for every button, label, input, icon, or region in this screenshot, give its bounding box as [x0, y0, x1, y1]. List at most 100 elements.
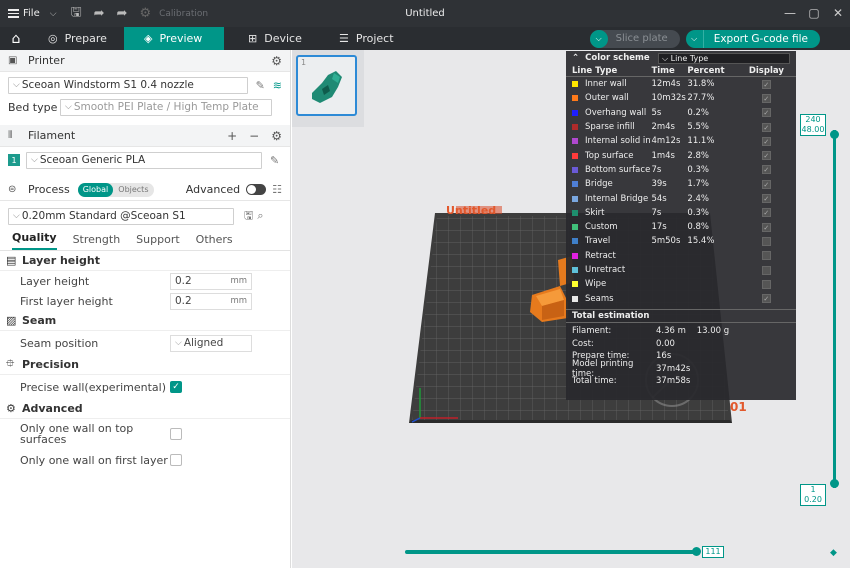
collapse-icon[interactable]: ⌃ — [572, 53, 579, 63]
legend-rows: Inner wall 12m4s 31.8% ✓ Outer wall 10m32s 27.… — [566, 77, 796, 306]
toggle-global[interactable]: Global — [77, 182, 114, 197]
edit-filament-icon[interactable]: ✎ — [270, 154, 279, 167]
legend-display-checkbox[interactable]: ✓ — [761, 294, 771, 304]
legend-display-checkbox[interactable]: ✓ — [761, 165, 771, 175]
title-bar: File ⌵ 🖫 ➦ ➦ ⚙ Calibration Untitled — ▢ … — [0, 0, 850, 27]
maximize-button[interactable]: ▢ — [802, 0, 826, 27]
filament-settings-icon[interactable]: ⚙ — [271, 129, 282, 143]
legend-display-checkbox[interactable]: ✓ — [761, 179, 771, 189]
legend-line-type: Overhang wall — [572, 108, 651, 118]
advanced-switch[interactable] — [246, 184, 267, 195]
undo-icon[interactable]: ➦ — [94, 6, 105, 21]
add-filament-icon[interactable]: + — [227, 129, 237, 143]
save-icon[interactable]: 🖫 — [71, 3, 82, 25]
chevron-down-icon: ⌵ — [13, 211, 20, 221]
legend-display-checkbox[interactable] — [761, 279, 771, 289]
legend-display-checkbox[interactable]: ✓ — [761, 208, 771, 218]
group-layer-height-title: Layer height — [22, 254, 101, 267]
bed-type-select[interactable]: ⌵ Smooth PEI Plate / High Temp Plate — [60, 98, 272, 116]
file-menu-button[interactable]: File ⌵ — [0, 0, 65, 27]
tab-device[interactable]: ⊞ Device — [224, 27, 319, 50]
process-section-header: ⊜ Process Global Objects Advanced ☷ — [0, 179, 290, 201]
chevron-down-icon: ⌵ — [31, 155, 38, 165]
remove-filament-icon[interactable]: − — [249, 129, 259, 143]
wifi-icon[interactable]: ≋ — [273, 79, 282, 92]
layer-top-value-box[interactable]: 240 48.00 — [800, 114, 826, 136]
legend-percent: 1.7% — [687, 179, 710, 190]
precise-wall-checkbox[interactable]: ✓ — [170, 381, 182, 393]
3d-viewport[interactable]: 1 01 Untitled ⌃ Color scheme ⌵ Line Type… — [292, 50, 850, 568]
first-layer-height-input[interactable]: 0.2 mm — [170, 292, 252, 310]
layer-range-slider[interactable] — [830, 130, 840, 498]
global-objects-toggle[interactable]: Global Objects — [77, 182, 154, 197]
process-compare-icon[interactable]: ☷ — [272, 183, 282, 196]
color-scheme-select[interactable]: ⌵ Line Type — [658, 52, 790, 64]
chevron-down-icon[interactable]: ⌵ — [50, 9, 57, 19]
export-dropdown-icon[interactable]: ⌵ — [686, 29, 704, 48]
tab-project[interactable]: ☰ Project — [319, 27, 408, 50]
calibration-menu[interactable]: Calibration — [159, 9, 208, 19]
legend-row: Inner wall 12m4s 31.8% ✓ — [566, 77, 796, 91]
option-layer-height: Layer height 0.2 mm — [0, 271, 290, 291]
layer-bottom-value-box[interactable]: 1 0.20 — [800, 484, 826, 506]
layer-top-handle[interactable] — [830, 130, 839, 139]
filament-select[interactable]: ⌵ Sceoan Generic PLA — [26, 151, 262, 169]
legend-display-checkbox[interactable]: ✓ — [761, 108, 771, 118]
seam-position-label: Seam position — [20, 336, 99, 350]
tab-others[interactable]: Others — [196, 233, 233, 250]
edit-printer-icon[interactable]: ✎ — [256, 79, 265, 92]
filament-icon: ⦀ — [8, 130, 13, 141]
minimize-button[interactable]: — — [778, 0, 802, 27]
legend-display-checkbox[interactable]: ✓ — [761, 93, 771, 103]
one-wall-top-checkbox[interactable] — [170, 428, 182, 440]
layers-toggle-icon[interactable]: ◆ — [830, 548, 837, 558]
legend-display-checkbox[interactable]: ✓ — [761, 151, 771, 161]
slice-plate-button[interactable]: Slice plate — [608, 33, 680, 44]
group-advanced: ⚙ Advanced — [0, 399, 290, 419]
filament-slot-number[interactable]: 1 — [8, 154, 20, 166]
one-wall-first-checkbox[interactable] — [170, 454, 182, 466]
printer-settings-icon[interactable]: ⚙ — [271, 54, 282, 68]
calibration-icon[interactable]: ⚙ — [139, 6, 151, 21]
estimation-value: 16s — [656, 351, 672, 361]
move-slider-track[interactable] — [405, 550, 697, 554]
tab-preview[interactable]: ◈ Preview — [124, 27, 224, 50]
legend-display-checkbox[interactable]: ✓ — [761, 194, 771, 204]
seam-position-select[interactable]: ⌵ Aligned — [170, 334, 252, 352]
close-button[interactable]: ✕ — [826, 0, 850, 27]
tab-strength[interactable]: Strength — [73, 233, 121, 250]
legend-line-type-name: Bottom surface — [585, 164, 651, 175]
legend-display-checkbox[interactable] — [761, 265, 771, 275]
legend-line-type: Retract — [572, 251, 651, 261]
plate-suffix-label: 01 — [730, 400, 747, 414]
group-precision: ⯐ Precision — [0, 355, 290, 375]
tab-prepare[interactable]: ◎ Prepare — [32, 27, 124, 50]
redo-icon[interactable]: ➦ — [117, 6, 128, 21]
legend-display-checkbox[interactable]: ✓ — [761, 122, 771, 132]
printer-select[interactable]: ⌵ Sceoan Windstorm S1 0.4 nozzle — [8, 76, 248, 94]
tab-support[interactable]: Support — [136, 233, 179, 250]
legend-line-type: Seams — [572, 294, 651, 304]
slice-dropdown-icon[interactable]: ⌵ — [589, 29, 608, 48]
layer-height-input[interactable]: 0.2 mm — [170, 272, 252, 290]
search-icon[interactable]: ⌕ — [257, 209, 263, 223]
legend-display-checkbox[interactable]: ✓ — [761, 79, 771, 89]
legend-percent: 0.3% — [687, 207, 710, 218]
legend-display-checkbox[interactable] — [761, 236, 771, 246]
legend-percent: 27.7% — [687, 93, 715, 104]
estimation-value: 37m58s — [656, 376, 691, 386]
layer-bottom-handle[interactable] — [830, 479, 839, 488]
export-gcode-button[interactable]: Export G-code file — [704, 33, 820, 45]
home-button[interactable]: ⌂ — [0, 27, 32, 50]
move-slider-handle[interactable] — [692, 547, 701, 556]
save-profile-icon[interactable]: 🖫 — [244, 207, 253, 226]
toggle-objects[interactable]: Objects — [113, 183, 153, 197]
layer-top-height: 48.00 — [801, 125, 825, 134]
tab-quality[interactable]: Quality — [12, 231, 57, 250]
legend-line-type-name: Skirt — [585, 207, 605, 218]
legend-display-checkbox[interactable]: ✓ — [761, 222, 771, 232]
process-profile-select[interactable]: ⌵ 0.20mm Standard @Sceoan S1 — [8, 207, 234, 225]
legend-line-type: Unretract — [572, 265, 651, 275]
legend-display-checkbox[interactable] — [761, 251, 771, 261]
legend-display-checkbox[interactable]: ✓ — [761, 136, 771, 146]
